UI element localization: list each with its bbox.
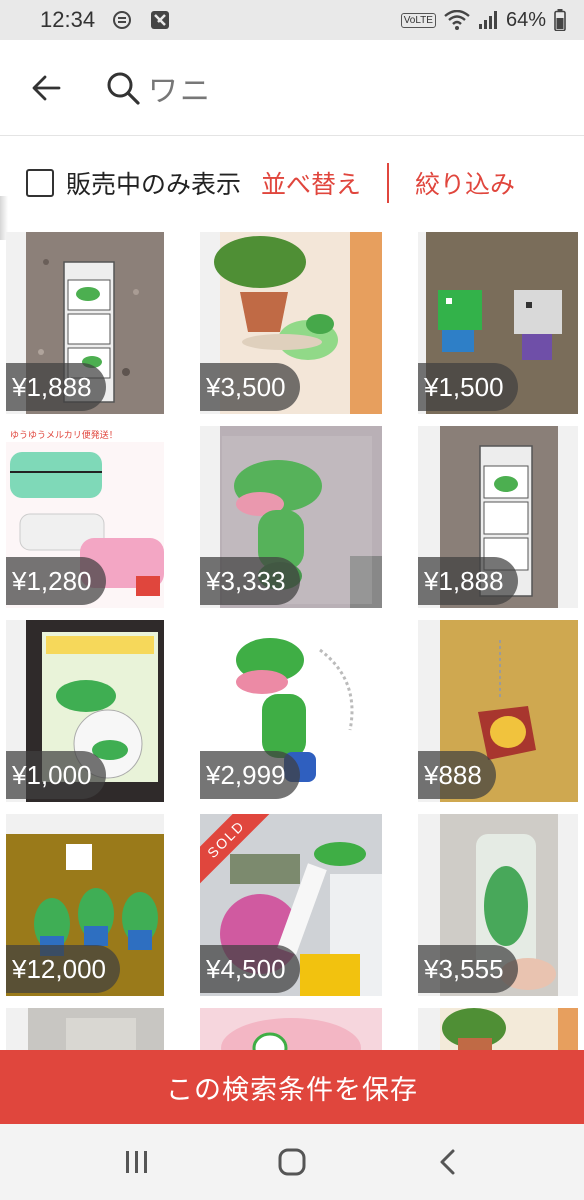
search-query[interactable]: ワニ xyxy=(148,66,212,110)
item-card[interactable]: ¥2,999 xyxy=(200,620,382,802)
price-badge: ¥3,555 xyxy=(418,945,518,993)
wifi-icon xyxy=(444,10,470,30)
item-card[interactable]: ゆうゆうメルカリ便発送！ ¥1,280 xyxy=(6,426,164,608)
item-thumbnail xyxy=(200,1008,382,1052)
price-badge: ¥4,500 xyxy=(200,945,300,993)
home-button[interactable] xyxy=(262,1132,322,1192)
filter-button[interactable]: 絞り込み xyxy=(415,165,515,201)
item-card[interactable]: ¥1,000 xyxy=(6,620,164,802)
divider xyxy=(387,163,390,203)
recent-apps-button[interactable] xyxy=(107,1132,167,1192)
price-badge: ¥1,280 xyxy=(6,557,106,605)
price-badge: ¥12,000 xyxy=(6,945,120,993)
svg-text:ゆうゆうメルカリ便発送！: ゆうゆうメルカリ便発送！ xyxy=(10,429,118,441)
item-card[interactable] xyxy=(200,1008,382,1052)
item-card[interactable] xyxy=(6,1008,164,1052)
price-badge: ¥888 xyxy=(418,751,496,799)
item-card[interactable] xyxy=(418,1008,578,1052)
save-search-button[interactable]: この検索条件を保存 xyxy=(0,1050,584,1124)
sort-button[interactable]: 並べ替え xyxy=(261,165,361,201)
home-icon xyxy=(278,1148,306,1176)
item-thumbnail xyxy=(418,1008,578,1052)
system-back-button[interactable] xyxy=(417,1132,477,1192)
search-field[interactable]: ワニ xyxy=(106,66,212,110)
filter-bar: 販売中のみ表示 並べ替え 絞り込み xyxy=(0,137,584,229)
search-icon xyxy=(107,72,140,105)
app-notification-icon xyxy=(149,9,171,31)
price-badge: ¥3,333 xyxy=(200,557,300,605)
item-card[interactable]: ¥3,333 xyxy=(200,426,382,608)
item-card[interactable]: ¥3,500 xyxy=(200,232,382,414)
price-badge: ¥2,999 xyxy=(200,751,300,799)
back-button[interactable] xyxy=(0,40,92,136)
item-card[interactable]: SOLD ¥4,500 xyxy=(200,814,382,996)
status-bar: 12:34 VoLTE 64% xyxy=(0,0,584,40)
on-sale-only-label[interactable]: 販売中のみ表示 xyxy=(66,165,241,201)
item-grid[interactable]: ¥1,888 ¥3,500 ¥1,500 ゆうゆうメルカリ便発送！ ¥1,280… xyxy=(6,232,584,1052)
item-card[interactable]: ¥1,888 xyxy=(6,232,164,414)
data-saver-icon xyxy=(111,9,133,31)
item-card[interactable]: ¥3,555 xyxy=(418,814,578,996)
on-sale-only-checkbox[interactable] xyxy=(26,169,54,197)
price-badge: ¥1,500 xyxy=(418,363,518,411)
price-badge: ¥1,888 xyxy=(418,557,518,605)
signal-icon xyxy=(478,10,498,30)
system-nav-bar xyxy=(0,1124,584,1200)
battery-percent: 64% xyxy=(505,8,546,31)
item-card[interactable]: ¥12,000 xyxy=(6,814,164,996)
price-badge: ¥3,500 xyxy=(200,363,300,411)
battery-icon xyxy=(554,9,566,31)
item-card[interactable]: ¥1,500 xyxy=(418,232,578,414)
price-badge: ¥1,888 xyxy=(6,363,106,411)
price-badge: ¥1,000 xyxy=(6,751,106,799)
arrow-left-icon xyxy=(32,75,61,100)
item-thumbnail xyxy=(6,1008,164,1052)
search-header: ワニ xyxy=(0,40,584,136)
volte-icon: VoLTE xyxy=(400,12,436,28)
recent-apps-icon xyxy=(126,1151,148,1173)
item-card[interactable]: ¥1,888 xyxy=(418,426,578,608)
back-icon xyxy=(440,1149,455,1175)
status-time: 12:34 xyxy=(40,7,96,32)
item-card[interactable]: ¥888 xyxy=(418,620,578,802)
